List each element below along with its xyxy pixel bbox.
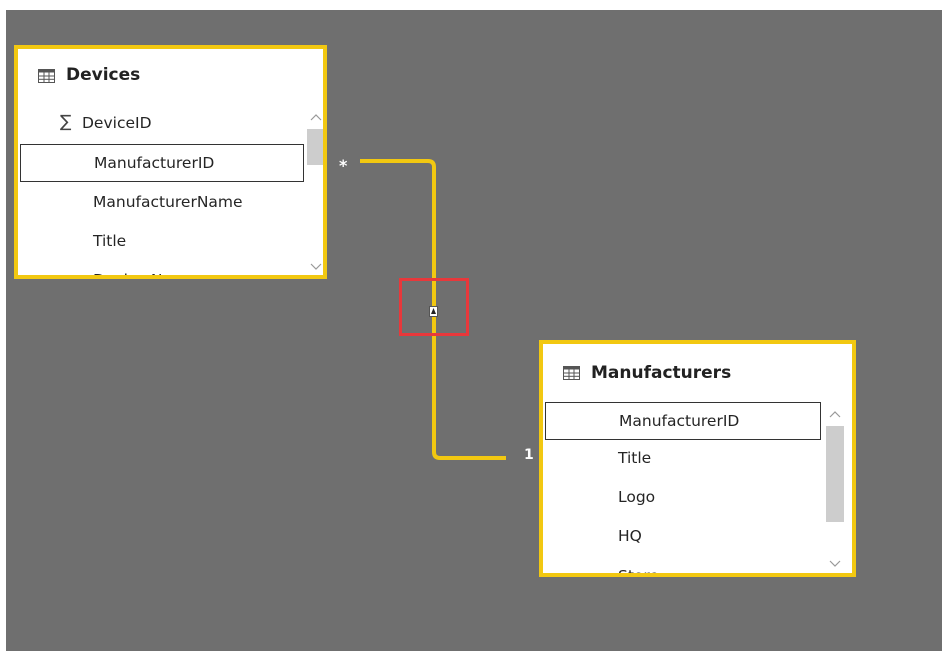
table-icon	[38, 69, 55, 83]
scroll-down-icon[interactable]	[824, 554, 846, 574]
field-row-deviceid[interactable]: ∑ DeviceID	[18, 105, 306, 143]
field-row-title[interactable]: Title	[543, 440, 823, 478]
field-row-logo[interactable]: Logo	[543, 479, 823, 517]
scroll-up-icon[interactable]	[824, 404, 846, 424]
sigma-icon: ∑	[60, 112, 72, 132]
field-label: HQ	[618, 527, 642, 545]
scroll-thumb[interactable]	[826, 426, 844, 522]
devices-table-title: Devices	[66, 65, 141, 85]
single-direction-arrow-icon[interactable]	[429, 306, 438, 317]
field-row-device-name[interactable]: Device Name	[18, 262, 306, 275]
field-label: Title	[93, 232, 127, 250]
field-label: Logo	[618, 488, 656, 506]
relationship-many-marker: *	[339, 156, 348, 175]
manufacturers-field-list[interactable]: ManufacturerID Title Logo HQ Store	[543, 402, 852, 577]
relationship-one-marker: 1	[524, 447, 534, 463]
field-row-manufacturerid[interactable]: ManufacturerID	[545, 402, 821, 440]
field-label: Device Name	[93, 271, 197, 275]
field-row-hq[interactable]: HQ	[543, 518, 823, 556]
scroll-down-icon[interactable]	[305, 257, 327, 277]
field-row-title[interactable]: Title	[18, 223, 306, 261]
model-diagram-canvas[interactable]: * 1 Devices ∑ DeviceID ManufacturerID Ma…	[6, 10, 942, 651]
manufacturers-table-card[interactable]: Manufacturers ManufacturerID Title Logo …	[539, 340, 856, 577]
devices-scrollbar[interactable]	[305, 107, 327, 277]
manufacturers-table-title: Manufacturers	[591, 363, 732, 383]
field-label: ManufacturerID	[94, 154, 215, 172]
field-row-manufacturername[interactable]: ManufacturerName	[18, 184, 306, 222]
devices-field-list[interactable]: ∑ DeviceID ManufacturerID ManufacturerNa…	[18, 105, 323, 275]
field-label: DeviceID	[82, 114, 152, 132]
field-label: ManufacturerName	[93, 193, 243, 211]
field-label: ManufacturerID	[619, 412, 740, 430]
table-icon	[563, 366, 580, 380]
field-row-manufacturerid[interactable]: ManufacturerID	[20, 144, 304, 182]
manufacturers-table-header[interactable]: Manufacturers	[543, 344, 852, 396]
field-row-store[interactable]: Store	[543, 558, 823, 577]
scroll-up-icon[interactable]	[305, 107, 327, 127]
manufacturers-scrollbar[interactable]	[824, 402, 846, 574]
devices-table-card[interactable]: Devices ∑ DeviceID ManufacturerID Manufa…	[14, 45, 327, 279]
scroll-thumb[interactable]	[307, 129, 323, 165]
devices-table-header[interactable]: Devices	[18, 49, 323, 101]
field-label: Title	[618, 449, 652, 467]
field-label: Store	[618, 567, 659, 577]
